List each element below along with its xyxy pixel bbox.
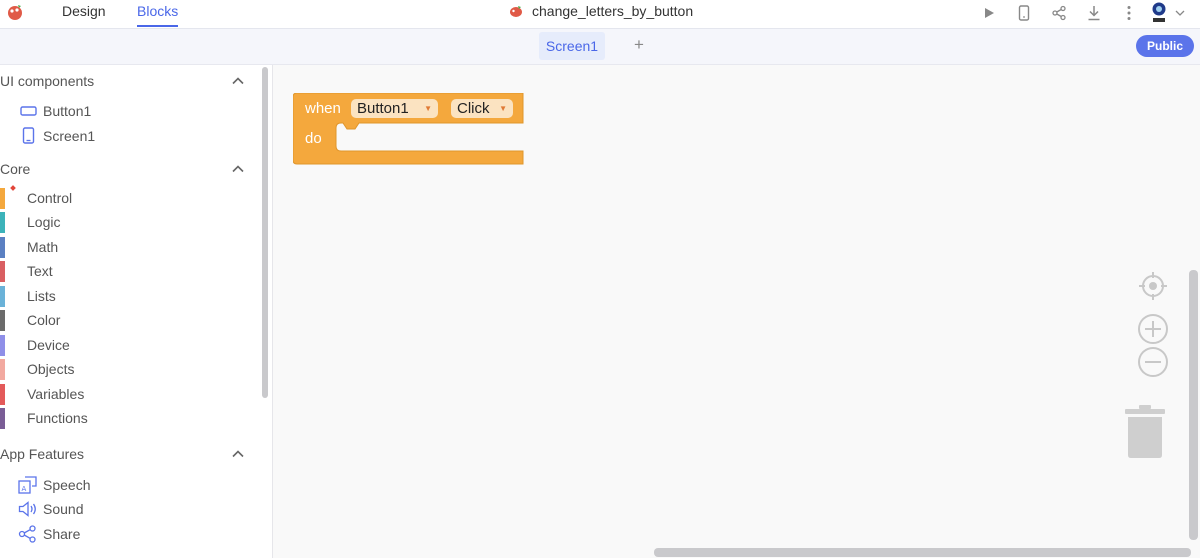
workspace-horizontal-scrollbar[interactable] <box>654 548 1191 557</box>
component-label: Screen1 <box>43 127 96 144</box>
feature-item-sound[interactable]: Sound <box>18 501 83 517</box>
feature-item-speech[interactable]: A Speech <box>18 476 90 494</box>
blocks-sidebar: UI components Button1 Screen1 Core Contr… <box>0 65 273 558</box>
zoom-in-icon[interactable] <box>1137 313 1169 345</box>
category-label: Device <box>27 337 70 353</box>
workspace-vertical-scrollbar[interactable] <box>1189 270 1198 540</box>
sound-icon <box>18 501 36 517</box>
feature-label: Sound <box>43 501 84 517</box>
event-dropdown[interactable]: Click ▼ <box>451 99 513 118</box>
feature-label: Share <box>43 526 81 542</box>
top-bar: Design Blocks change_letters_by_button <box>0 0 1200 29</box>
share-icon <box>18 525 36 543</box>
project-name: change_letters_by_button <box>532 3 694 19</box>
collapse-app-features-icon[interactable] <box>231 447 245 461</box>
chevron-down-icon[interactable] <box>1172 2 1188 24</box>
category-label: Functions <box>27 410 88 426</box>
category-lists[interactable]: Lists <box>0 286 240 307</box>
component-item-button1[interactable]: Button1 <box>20 103 91 119</box>
category-color-bar <box>0 237 5 258</box>
trash-icon[interactable] <box>1124 404 1166 460</box>
dropdown-arrow-icon: ▼ <box>424 104 432 113</box>
when-label: when <box>305 100 341 117</box>
new-indicator-icon <box>10 185 16 191</box>
category-label: Control <box>27 190 73 206</box>
public-button[interactable]: Public <box>1136 35 1194 57</box>
zoom-out-icon[interactable] <box>1137 346 1169 378</box>
category-text[interactable]: Text <box>0 261 240 282</box>
category-functions[interactable]: Functions <box>0 408 240 429</box>
category-color-bar <box>0 261 5 282</box>
dropdown-arrow-icon: ▼ <box>499 104 507 113</box>
feature-label: Speech <box>43 477 91 493</box>
category-control[interactable]: Control <box>0 185 240 209</box>
category-label: Lists <box>27 288 56 304</box>
add-screen-button[interactable]: + <box>630 35 648 55</box>
category-label: Math <box>27 239 59 255</box>
category-color-bar <box>0 310 5 331</box>
play-icon[interactable] <box>971 2 1006 24</box>
when-button-click-block[interactable]: when Button1 ▼ Click ▼ do <box>293 93 525 165</box>
category-label: Variables <box>27 386 85 402</box>
sidebar-scrollbar[interactable] <box>262 67 268 398</box>
collapse-core-icon[interactable] <box>231 162 245 176</box>
download-icon[interactable] <box>1076 2 1111 24</box>
category-color-bar <box>0 384 5 405</box>
phone-icon[interactable] <box>1006 2 1041 24</box>
category-color-bar <box>0 335 5 356</box>
screen-bar: Screen1 + Public <box>0 29 1200 65</box>
category-math[interactable]: Math <box>0 237 240 258</box>
category-color-bar <box>0 212 5 233</box>
collapse-ui-components-icon[interactable] <box>231 74 245 88</box>
share-icon[interactable] <box>1041 2 1076 24</box>
category-color-bar <box>0 359 5 380</box>
tab-blocks[interactable]: Blocks <box>137 3 179 27</box>
category-color-bar <box>0 286 5 307</box>
recenter-icon[interactable] <box>1137 270 1169 302</box>
more-vert-icon[interactable] <box>1111 2 1146 24</box>
project-icon <box>510 6 522 17</box>
speech-icon: A <box>18 476 37 494</box>
category-color[interactable]: Color <box>0 310 240 331</box>
section-core[interactable]: Core <box>0 161 30 177</box>
category-label: Objects <box>27 361 75 377</box>
section-ui-components[interactable]: UI components <box>0 73 94 89</box>
category-variables[interactable]: Variables <box>0 384 240 405</box>
toolbar-icons <box>971 2 1188 24</box>
component-label: Button1 <box>43 103 92 119</box>
section-app-features[interactable]: App Features <box>0 446 84 462</box>
do-label: do <box>305 130 322 147</box>
category-label: Logic <box>27 214 61 230</box>
category-objects[interactable]: Objects <box>0 359 240 380</box>
tab-design[interactable]: Design <box>62 3 106 19</box>
feature-item-share[interactable]: Share <box>18 525 80 543</box>
category-color-bar <box>0 188 5 209</box>
event-dropdown-value: Click <box>457 100 490 117</box>
svg-text:A: A <box>22 485 27 493</box>
category-label: Text <box>27 263 53 279</box>
blocks-workspace[interactable]: when Button1 ▼ Click ▼ do <box>273 65 1200 558</box>
screen-icon <box>22 127 35 144</box>
app-logo-icon[interactable] <box>6 3 24 21</box>
avatar-icon[interactable] <box>1146 2 1172 24</box>
tab-screen1[interactable]: Screen1 <box>539 32 605 60</box>
component-item-screen1[interactable]: Screen1 <box>20 127 95 144</box>
component-dropdown-value: Button1 <box>357 100 409 117</box>
category-logic[interactable]: Logic <box>0 212 240 233</box>
category-color-bar <box>0 408 5 429</box>
category-device[interactable]: Device <box>0 335 240 356</box>
component-dropdown[interactable]: Button1 ▼ <box>351 99 438 118</box>
category-label: Color <box>27 312 61 328</box>
button-icon <box>20 106 37 116</box>
project-title: change_letters_by_button <box>508 3 693 19</box>
